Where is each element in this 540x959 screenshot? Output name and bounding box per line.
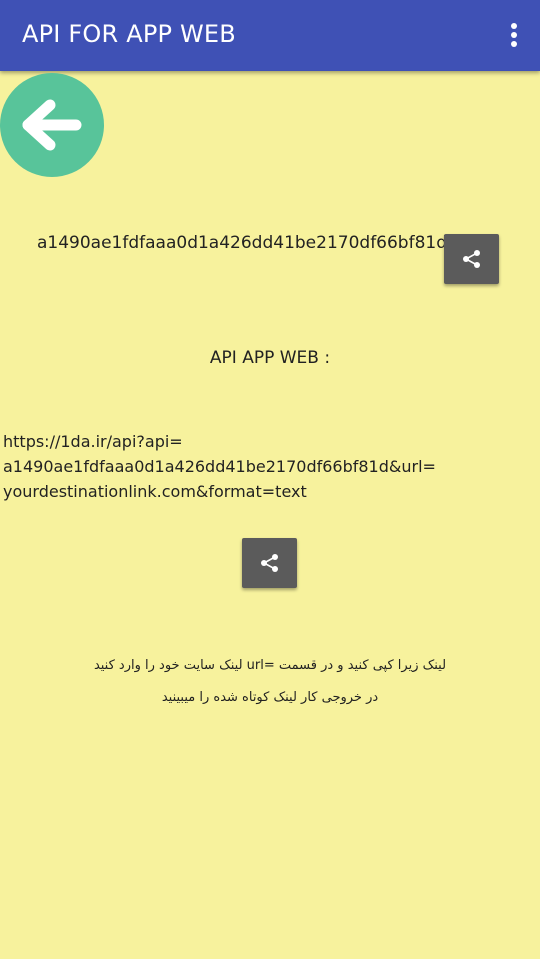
app-bar: API FOR APP WEB — [0, 0, 540, 71]
instructions-line: لینک زیرا کپی کنید و در قسمت =url لینک س… — [93, 658, 447, 673]
instructions-line: در خروجی کار لینک کوتاه شده را میبینید — [161, 690, 379, 705]
more-vertical-icon-dot — [511, 41, 517, 47]
more-options-button[interactable] — [502, 20, 526, 52]
more-vertical-icon — [511, 23, 517, 29]
arrow-left-icon — [22, 99, 82, 151]
instructions-text: لینک زیرا کپی کنید و در قسمت =url لینک س… — [40, 650, 500, 714]
api-section-label: API APP WEB : — [209, 348, 331, 368]
share-icon — [261, 554, 278, 572]
api-key-text: a1490ae1fdfaaa0d1a426dd41be2170df66bf81d — [37, 233, 448, 253]
app-title: API FOR APP WEB — [22, 20, 236, 48]
more-vertical-icon-dot — [511, 32, 517, 38]
api-url-text: https://1da.ir/api?api= a1490ae1fdfaaa0d… — [3, 429, 493, 504]
api-url-line: yourdestinationlink.com&format=text — [3, 482, 307, 501]
back-button[interactable] — [0, 73, 104, 177]
api-url-line: a1490ae1fdfaaa0d1a426dd41be2170df66bf81d… — [3, 457, 436, 476]
share-api-key-button[interactable] — [444, 234, 499, 284]
share-api-url-button[interactable] — [242, 538, 297, 588]
share-icon — [463, 250, 480, 268]
api-url-line: https://1da.ir/api?api= — [3, 432, 183, 451]
